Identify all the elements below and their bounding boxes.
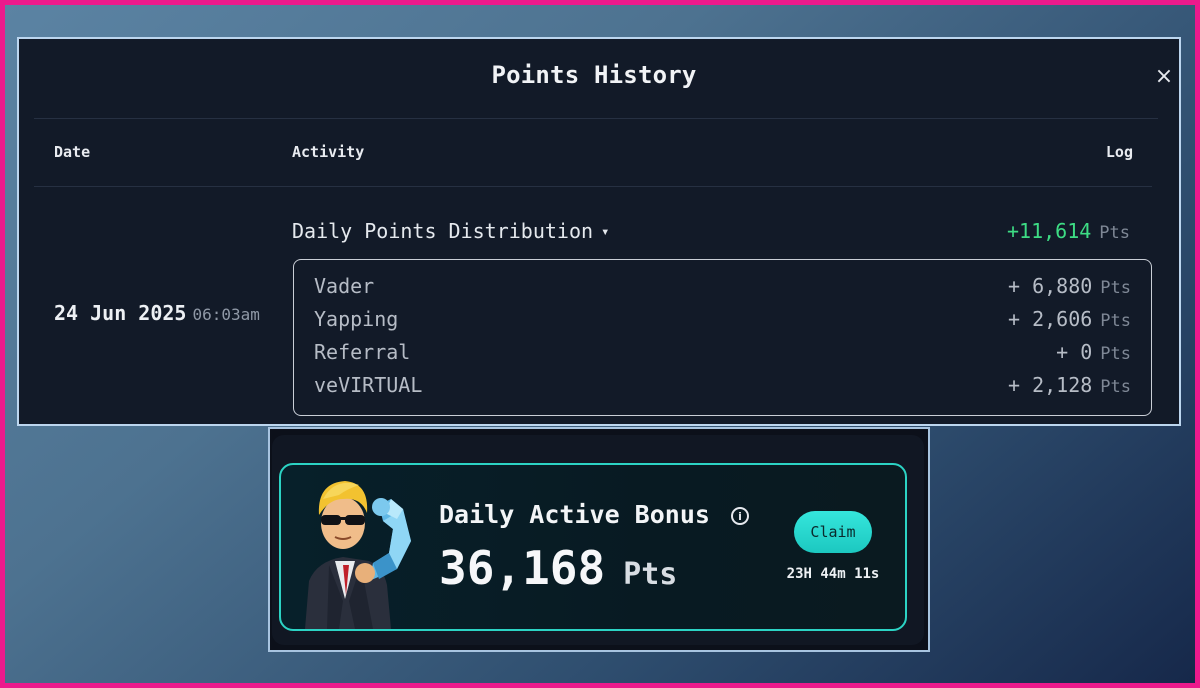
bonus-points: 36,168 <box>439 541 606 595</box>
breakdown-value: + 2,128 <box>1007 373 1093 397</box>
breakdown-value: + 2,606 <box>1007 307 1093 331</box>
breakdown-row: Yapping + 2,606 Pts <box>314 307 1131 335</box>
breakdown-value: + 6,880 <box>1007 274 1093 298</box>
breakdown-label: veVIRTUAL <box>314 373 423 397</box>
claim-countdown: 23H 44m 11s <box>786 566 880 582</box>
bonus-unit: Pts <box>623 557 678 592</box>
breakdown-unit: Pts <box>1100 377 1131 397</box>
divider <box>34 186 1152 187</box>
entry-date-cell: 24 Jun 2025 06:03am <box>54 301 260 325</box>
breakdown-unit: Pts <box>1100 344 1131 364</box>
activity-name: Daily Points Distribution <box>292 219 594 243</box>
breakdown-label: Vader <box>314 274 375 298</box>
column-header-activity: Activity <box>292 143 365 161</box>
divider <box>34 118 1158 119</box>
entry-total: +11,614 Pts <box>1007 219 1130 243</box>
column-header-log: Log <box>1105 143 1133 161</box>
points-history-modal: Points History × Date Activity Log 24 Ju… <box>17 37 1181 426</box>
breakdown-unit: Pts <box>1100 311 1131 331</box>
modal-title: Points History <box>491 61 697 89</box>
breakdown-row: Referral + 0 Pts <box>314 340 1131 368</box>
entry-time: 06:03am <box>192 305 260 324</box>
entry-total-value: +11,614 <box>1006 219 1092 243</box>
breakdown-row: veVIRTUAL + 2,128 Pts <box>314 373 1131 401</box>
activity-dropdown-toggle[interactable]: Daily Points Distribution ▾ <box>292 219 609 243</box>
column-header-date: Date <box>54 143 91 161</box>
entry-total-unit: Pts <box>1099 223 1130 243</box>
daily-bonus-panel: Daily Active Bonus i 36,168 Pts Claim 23H… <box>268 427 930 652</box>
breakdown-value: + 0 <box>1056 340 1093 364</box>
daily-bonus-card: Daily Active Bonus i 36,168 Pts Claim 23H… <box>279 463 907 631</box>
bonus-value: 36,168 Pts <box>439 541 677 595</box>
breakdown-label: Referral <box>314 340 411 364</box>
points-breakdown-panel: Vader + 6,880 Pts Yapping + 2,606 Pts Refe… <box>293 259 1152 416</box>
bonus-title: Daily Active Bonus <box>439 500 710 529</box>
breakdown-row: Vader + 6,880 Pts <box>314 274 1131 302</box>
mascot-avatar <box>305 481 411 629</box>
entry-date: 24 Jun 2025 <box>54 301 187 325</box>
close-icon[interactable]: × <box>1152 63 1176 89</box>
breakdown-unit: Pts <box>1100 278 1131 298</box>
caret-down-icon: ▾ <box>601 224 610 240</box>
info-icon[interactable]: i <box>731 507 749 525</box>
claim-button[interactable]: Claim <box>794 511 872 553</box>
breakdown-label: Yapping <box>314 307 399 331</box>
